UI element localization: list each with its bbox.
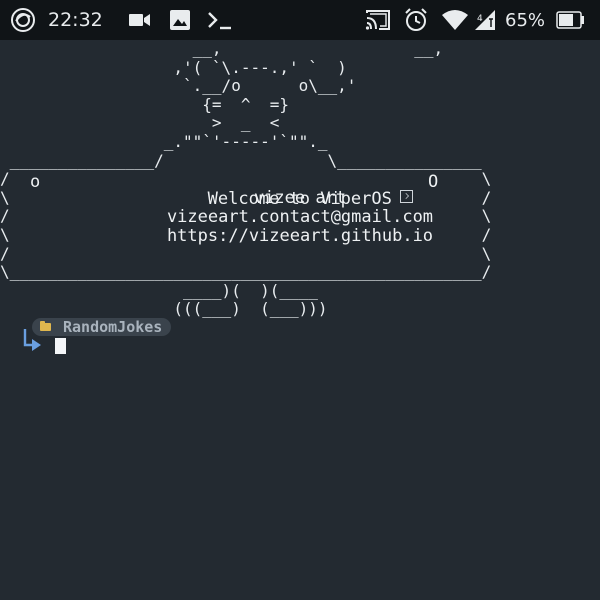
video-camera-icon [129,14,150,26]
image-icon [170,10,190,30]
prompt-arrow-icon [23,329,41,351]
wifi-icon [442,10,468,30]
status-clock: 22:32 [48,9,103,31]
url-line: https://vizeeart.github.io [166,226,434,246]
cast-icon [365,10,390,30]
alarm-icon [405,8,427,31]
text-cursor[interactable] [55,338,66,354]
status-bar: 22:32 4 65% [0,0,600,40]
signal-icon: 4 [475,10,495,30]
battery-icon [556,11,584,29]
email-line: vizeeart.contact@gmail.com [166,207,434,227]
author-line: vizee art [253,188,347,208]
current-folder-badge: RandomJokes [32,318,172,336]
current-folder-name: RandomJokes [63,318,163,336]
terminal-icon [208,12,231,30]
svg-text:4: 4 [477,14,483,24]
battery-percentage: 65% [505,9,546,31]
screen-record-icon [11,8,35,32]
